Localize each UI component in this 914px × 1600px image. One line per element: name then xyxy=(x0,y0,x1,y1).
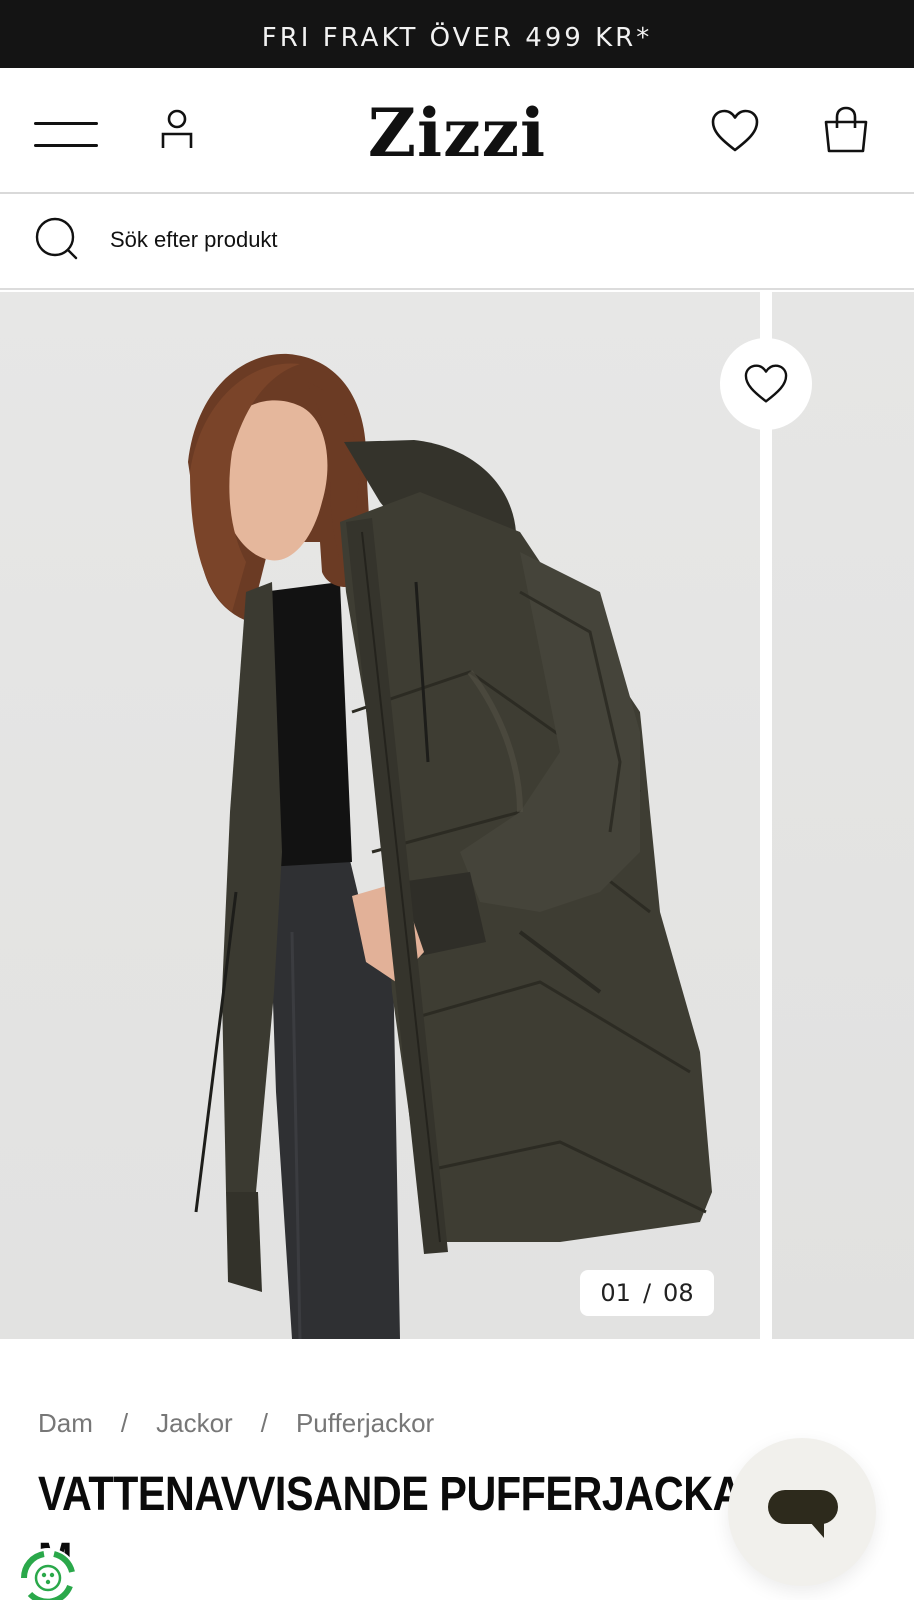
recycle-badge-icon xyxy=(14,1538,84,1600)
search-bar xyxy=(0,194,914,290)
breadcrumb: Dam / Jackor / Pufferjackor xyxy=(38,1408,434,1439)
product-title: VATTENAVVISANDE PUFFERJACKA M VA xyxy=(38,1462,760,1600)
breadcrumb-item-pufferjackor[interactable]: Pufferjackor xyxy=(296,1408,434,1439)
product-gallery[interactable]: 01 / 08 xyxy=(0,292,914,1339)
heart-icon xyxy=(744,364,788,403)
site-header: Zizzi xyxy=(0,68,914,194)
promo-text: FRI FRAKT ÖVER 499 KR* xyxy=(261,23,653,53)
image-counter-current: 01 xyxy=(600,1279,631,1307)
heart-icon[interactable] xyxy=(710,108,760,154)
breadcrumb-item-dam[interactable]: Dam xyxy=(38,1408,93,1439)
product-image-slide[interactable] xyxy=(0,292,760,1339)
search-input[interactable] xyxy=(110,220,870,260)
breadcrumb-item-jackor[interactable]: Jackor xyxy=(156,1408,233,1439)
search-icon[interactable] xyxy=(34,216,80,262)
image-counter: 01 / 08 xyxy=(580,1270,714,1316)
image-counter-separator: / xyxy=(642,1279,652,1307)
add-to-wishlist-button[interactable] xyxy=(720,338,812,430)
chat-button[interactable] xyxy=(728,1438,876,1586)
chat-bubble-icon xyxy=(768,1490,838,1538)
shopping-bag-icon[interactable] xyxy=(822,106,870,154)
product-title-line-1: VATTENAVVISANDE PUFFERJACKA M xyxy=(38,1468,741,1587)
status-strip xyxy=(0,0,914,8)
breadcrumb-separator: / xyxy=(260,1408,268,1438)
product-photo xyxy=(188,353,712,1339)
promo-bar[interactable]: FRI FRAKT ÖVER 499 KR* xyxy=(0,8,914,68)
brand-logo[interactable]: Zizzi xyxy=(0,94,914,172)
next-image-slide[interactable] xyxy=(772,292,914,1339)
image-counter-total: 08 xyxy=(663,1279,694,1307)
breadcrumb-separator: / xyxy=(120,1408,129,1438)
